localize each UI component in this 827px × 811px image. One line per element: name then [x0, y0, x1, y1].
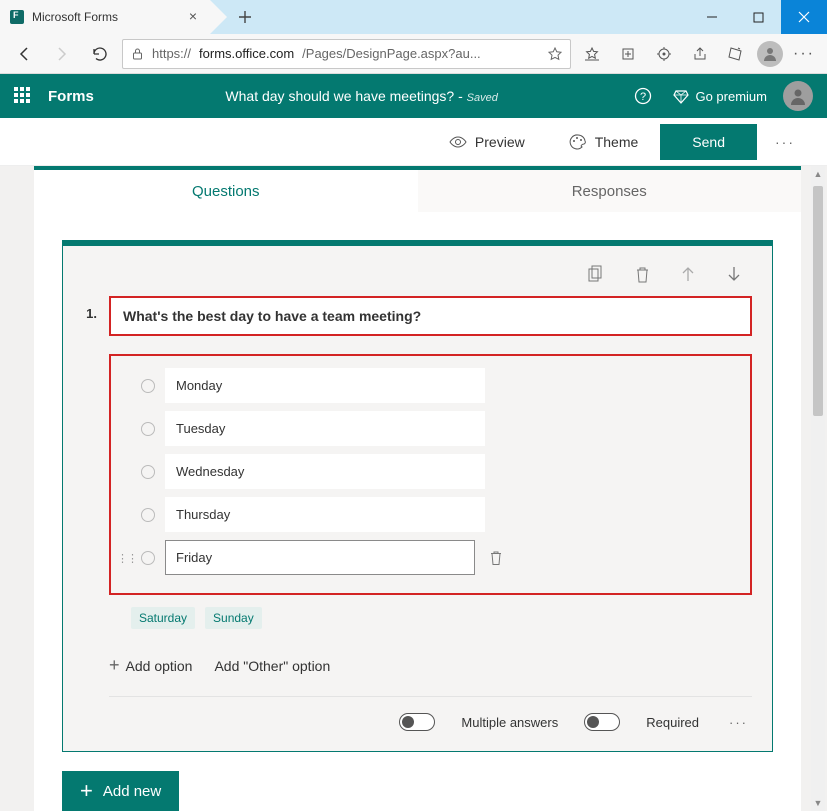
delete-option-icon[interactable] — [489, 550, 503, 566]
forms-header: Forms What day should we have meetings? … — [0, 74, 827, 118]
help-icon[interactable]: ? — [629, 82, 657, 110]
go-premium-button[interactable]: Go premium — [673, 88, 767, 104]
vertical-scrollbar[interactable]: ▲ ▼ — [811, 166, 825, 811]
premium-diamond-icon — [673, 88, 689, 104]
url-proto: https:// — [152, 46, 191, 61]
url-input[interactable]: https:// forms.office.com/Pages/DesignPag… — [122, 39, 571, 69]
app-launcher-icon[interactable] — [14, 87, 32, 105]
add-other-button[interactable]: Add "Other" option — [214, 658, 330, 674]
radio-icon — [141, 465, 155, 479]
collections-icon[interactable] — [613, 39, 643, 69]
address-bar: https:// forms.office.com/Pages/DesignPag… — [0, 34, 827, 74]
question-text-input[interactable]: What's the best day to have a team meeti… — [109, 296, 752, 336]
forward-button — [46, 38, 78, 70]
question-number: 1. — [83, 306, 97, 321]
minimize-button[interactable] — [689, 0, 735, 34]
close-window-button[interactable] — [781, 0, 827, 34]
notes-icon[interactable] — [721, 39, 751, 69]
share-icon[interactable] — [685, 39, 715, 69]
browser-tab[interactable]: Microsoft Forms × — [0, 0, 210, 34]
user-avatar[interactable] — [783, 81, 813, 111]
radio-icon — [141, 551, 155, 565]
palette-icon — [569, 134, 587, 150]
action-bar: Preview Theme Send ··· — [0, 118, 827, 166]
refresh-button[interactable] — [84, 38, 116, 70]
move-up-icon[interactable] — [674, 260, 702, 288]
option-input[interactable]: Monday — [165, 368, 485, 403]
plus-icon: + — [80, 778, 93, 804]
option-input[interactable]: Thursday — [165, 497, 485, 532]
favorites-icon[interactable] — [577, 39, 607, 69]
send-button[interactable]: Send — [660, 124, 757, 160]
option-row[interactable]: Wednesday — [117, 450, 744, 493]
add-option-button[interactable]: +Add option — [109, 655, 192, 676]
copy-question-icon[interactable] — [582, 260, 610, 288]
reading-view-icon[interactable] — [548, 47, 562, 61]
form-tabs: Questions Responses — [34, 166, 801, 212]
option-input[interactable]: Wednesday — [165, 454, 485, 489]
option-input[interactable]: Tuesday — [165, 411, 485, 446]
window-controls — [689, 0, 827, 34]
radio-icon — [141, 422, 155, 436]
actionbar-more-icon[interactable]: ··· — [757, 120, 813, 164]
question-toolbar — [83, 258, 752, 296]
add-new-button[interactable]: + Add new — [62, 771, 179, 811]
eye-icon — [449, 135, 467, 149]
save-status: Saved — [467, 92, 498, 104]
scroll-down-icon[interactable]: ▼ — [811, 795, 825, 811]
maximize-button[interactable] — [735, 0, 781, 34]
theme-button[interactable]: Theme — [547, 120, 661, 164]
option-row[interactable]: Tuesday — [117, 407, 744, 450]
tab-responses[interactable]: Responses — [418, 170, 802, 212]
profile-avatar[interactable] — [757, 41, 783, 67]
required-label: Required — [646, 715, 699, 730]
content-area: Questions Responses 1. What's the best d… — [0, 166, 827, 811]
question-card[interactable]: 1. What's the best day to have a team me… — [62, 240, 773, 752]
url-host: forms.office.com — [199, 46, 294, 61]
drag-handle-icon[interactable] — [117, 549, 131, 567]
tab-questions[interactable]: Questions — [34, 170, 418, 212]
option-row[interactable]: Monday — [117, 364, 744, 407]
new-tab-button[interactable] — [228, 0, 262, 34]
plus-icon: + — [109, 655, 120, 676]
option-input[interactable]: Friday — [165, 540, 475, 575]
delete-question-icon[interactable] — [628, 260, 656, 288]
svg-text:?: ? — [640, 91, 646, 103]
window-titlebar: Microsoft Forms × — [0, 0, 827, 34]
close-tab-icon[interactable]: × — [186, 10, 200, 24]
option-row[interactable]: Thursday — [117, 493, 744, 536]
lock-icon — [131, 47, 144, 60]
option-row-editing[interactable]: Friday — [117, 536, 744, 579]
multiple-answers-toggle[interactable] — [399, 713, 435, 731]
scroll-up-icon[interactable]: ▲ — [811, 166, 825, 182]
suggestion-chip[interactable]: Sunday — [205, 607, 262, 629]
tab-title: Microsoft Forms — [32, 10, 178, 24]
forms-brand[interactable]: Forms — [48, 88, 94, 105]
radio-icon — [141, 508, 155, 522]
required-toggle[interactable] — [584, 713, 620, 731]
forms-favicon-icon — [10, 10, 24, 24]
question-more-icon[interactable]: ··· — [725, 715, 752, 730]
scroll-thumb[interactable] — [813, 186, 823, 416]
radio-icon — [141, 379, 155, 393]
suggestion-chips: Saturday Sunday — [131, 607, 752, 629]
move-down-icon[interactable] — [720, 260, 748, 288]
preview-button[interactable]: Preview — [427, 120, 547, 164]
url-path: /Pages/DesignPage.aspx?au... — [302, 46, 481, 61]
back-button[interactable] — [8, 38, 40, 70]
suggestion-chip[interactable]: Saturday — [131, 607, 195, 629]
extension-icon[interactable] — [649, 39, 679, 69]
form-title[interactable]: What day should we have meetings? - Save… — [225, 88, 497, 104]
browser-more-icon[interactable]: ··· — [789, 39, 819, 69]
options-container: Monday Tuesday Wednesday Thursday Friday — [109, 354, 752, 595]
multiple-answers-label: Multiple answers — [461, 715, 558, 730]
